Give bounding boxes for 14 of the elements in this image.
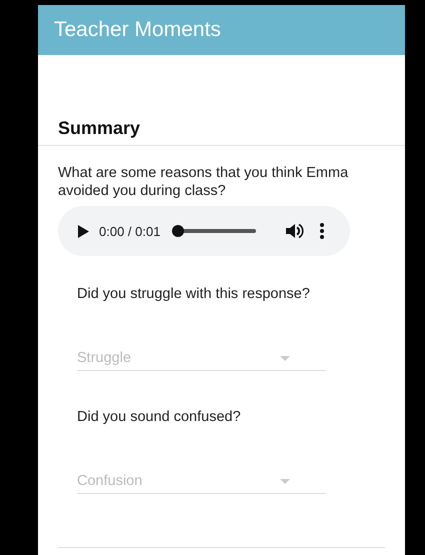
dropdown-caret-icon <box>280 478 290 484</box>
question-text: What are some reasons that you think Emma avoided you during class? <box>58 164 350 200</box>
audio-time: 0:00 / 0:01 <box>99 224 160 238</box>
app-title: Teacher Moments <box>54 18 221 42</box>
more-icon[interactable] <box>320 223 324 239</box>
dropdown-field[interactable]: Confusion <box>77 473 326 494</box>
seek-slider[interactable] <box>172 225 256 237</box>
volume-icon[interactable] <box>286 223 304 239</box>
question-label: Did you sound confused? <box>77 409 242 425</box>
dropdown-caret-icon <box>280 356 290 360</box>
question-label: Did you struggle with this response? <box>77 286 311 302</box>
section-heading: Summary <box>38 118 405 146</box>
dropdown-field[interactable]: Struggle <box>77 350 326 371</box>
play-icon[interactable] <box>78 224 89 238</box>
